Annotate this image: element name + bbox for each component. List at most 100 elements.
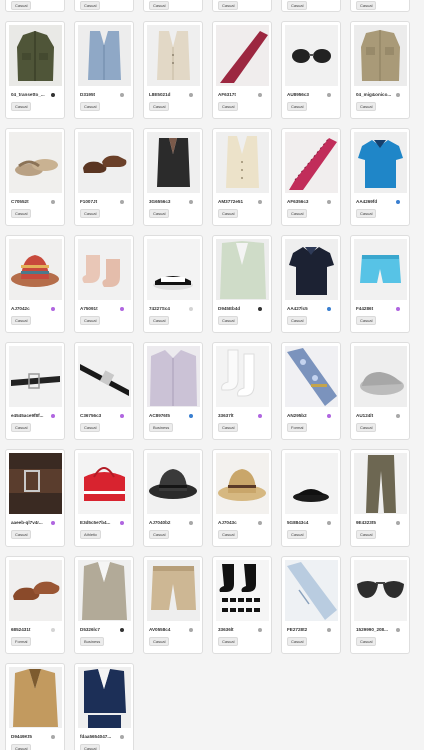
- item-name: fdaa5654047...: [80, 734, 112, 739]
- item-card[interactable]: L8E5021d Casual: [143, 21, 203, 119]
- item-card[interactable]: C36756c3 Casual: [74, 342, 134, 440]
- item-card[interactable]: Casual: [5, 0, 65, 12]
- item-card[interactable]: 04_mig&onico... Casual: [350, 21, 410, 119]
- item-image[interactable]: [78, 346, 131, 407]
- item-card[interactable]: 6852431t Formal: [5, 556, 65, 654]
- item-card[interactable]: 3G6556c3 Casual: [143, 128, 203, 226]
- item-card[interactable]: D5326lc7 Business: [74, 556, 134, 654]
- item-image[interactable]: [354, 560, 407, 621]
- item-card[interactable]: 04_transetto_... Casual: [5, 21, 65, 119]
- item-card[interactable]: AU124lt Casual: [350, 342, 410, 440]
- item-card[interactable]: Casual: [350, 0, 410, 12]
- item-card[interactable]: F1007Jt Casual: [74, 128, 134, 226]
- item-card[interactable]: AF6356c3 Casual: [281, 128, 341, 226]
- item-card[interactable]: D9449Kt5 Casual: [5, 663, 65, 750]
- item-image[interactable]: [354, 132, 407, 193]
- item-card[interactable]: E3d5c5e7b4... Athletic: [74, 449, 134, 547]
- item-image[interactable]: [9, 667, 62, 728]
- item-image[interactable]: [216, 453, 269, 514]
- item-image[interactable]: [78, 560, 131, 621]
- item-image[interactable]: [147, 346, 200, 407]
- category-tag: Casual: [218, 209, 239, 218]
- item-image[interactable]: [147, 132, 200, 193]
- item-image[interactable]: [354, 346, 407, 407]
- item-card[interactable]: C70552t Casual: [5, 128, 65, 226]
- item-image[interactable]: [78, 239, 131, 300]
- item-image[interactable]: [9, 346, 62, 407]
- item-image[interactable]: [9, 25, 62, 86]
- item-card[interactable]: AV0558c4 Casual: [143, 556, 203, 654]
- item-image[interactable]: [9, 132, 62, 193]
- item-card[interactable]: AJ7043c Casual: [212, 449, 272, 547]
- item-image[interactable]: [9, 560, 62, 621]
- item-name: 5G8843c4: [287, 520, 309, 525]
- item-image[interactable]: [78, 453, 131, 514]
- item-card[interactable]: Casual: [281, 0, 341, 12]
- category-tag: Casual: [218, 316, 239, 325]
- item-image[interactable]: [147, 25, 200, 86]
- item-image[interactable]: [354, 25, 407, 86]
- item-image[interactable]: [285, 346, 338, 407]
- item-card[interactable]: Casual: [143, 0, 203, 12]
- slide-icon: [147, 239, 200, 300]
- item-image[interactable]: [78, 132, 131, 193]
- item-image[interactable]: [216, 25, 269, 86]
- item-card[interactable]: D3195t Casual: [74, 21, 134, 119]
- item-card[interactable]: 33637lt Casual: [212, 342, 272, 440]
- item-card[interactable]: aaeeb-ql7v4r... Casual: [5, 449, 65, 547]
- item-card[interactable]: Casual: [212, 0, 272, 12]
- item-card[interactable]: fdaa5654047... Casual: [74, 663, 134, 750]
- item-card[interactable]: AN295b2 Formal: [281, 342, 341, 440]
- item-card[interactable]: AA4269fd Casual: [350, 128, 410, 226]
- item-card[interactable]: AC8976t5 Business: [143, 342, 203, 440]
- category-tag: Casual: [218, 1, 239, 10]
- category-tag: Casual: [149, 1, 170, 10]
- item-card[interactable]: FE2728t2 Casual: [281, 556, 341, 654]
- item-card[interactable]: AM3772e51 Casual: [212, 128, 272, 226]
- item-card[interactable]: 1529990_208... Casual: [350, 556, 410, 654]
- color-indicator-dot: [51, 306, 55, 311]
- item-card[interactable]: AJ7042c Casual: [5, 235, 65, 333]
- color-indicator-dot: [120, 627, 124, 632]
- item-image[interactable]: [78, 25, 131, 86]
- item-image[interactable]: [9, 239, 62, 300]
- item-image[interactable]: [216, 560, 269, 621]
- item-image[interactable]: [354, 453, 407, 514]
- category-tag: Casual: [149, 530, 170, 539]
- item-image[interactable]: [147, 453, 200, 514]
- color-indicator-dot: [327, 306, 331, 311]
- item-image[interactable]: [216, 239, 269, 300]
- item-card[interactable]: 9E4323t5 Casual: [350, 449, 410, 547]
- item-card[interactable]: 33636lt Casual: [212, 556, 272, 654]
- category-tag: Casual: [80, 209, 101, 218]
- item-card[interactable]: A75091t Casual: [74, 235, 134, 333]
- swim-shorts-icon: [354, 239, 407, 300]
- item-image[interactable]: [9, 453, 62, 514]
- item-card[interactable]: e4545ace9f8f... Casual: [5, 342, 65, 440]
- item-card[interactable]: 74227Sc4 Casual: [143, 235, 203, 333]
- item-card[interactable]: 5G8843c4 Casual: [281, 449, 341, 547]
- item-image[interactable]: [216, 346, 269, 407]
- item-image[interactable]: [147, 239, 200, 300]
- item-name: 04_transetto_...: [11, 92, 45, 97]
- item-image[interactable]: [354, 239, 407, 300]
- item-image[interactable]: [285, 453, 338, 514]
- item-image[interactable]: [285, 132, 338, 193]
- item-name: AJ7040b2: [149, 520, 171, 525]
- category-tag: Business: [149, 423, 174, 432]
- item-card[interactable]: AA427lc5 Casual: [281, 235, 341, 333]
- black-belt-icon: [78, 346, 131, 407]
- item-image[interactable]: [216, 132, 269, 193]
- item-card[interactable]: AF6317t Casual: [212, 21, 272, 119]
- item-image[interactable]: [147, 560, 200, 621]
- item-image[interactable]: [285, 239, 338, 300]
- item-card[interactable]: D945Eb4d Casual: [212, 235, 272, 333]
- category-tag: Casual: [11, 744, 32, 750]
- item-image[interactable]: [285, 25, 338, 86]
- item-card[interactable]: Casual: [74, 0, 134, 12]
- item-card[interactable]: AJ7040b2 Casual: [143, 449, 203, 547]
- item-card[interactable]: F44286t Casual: [350, 235, 410, 333]
- item-image[interactable]: [285, 560, 338, 621]
- item-card[interactable]: AU8956c3 Casual: [281, 21, 341, 119]
- item-image[interactable]: [78, 667, 131, 728]
